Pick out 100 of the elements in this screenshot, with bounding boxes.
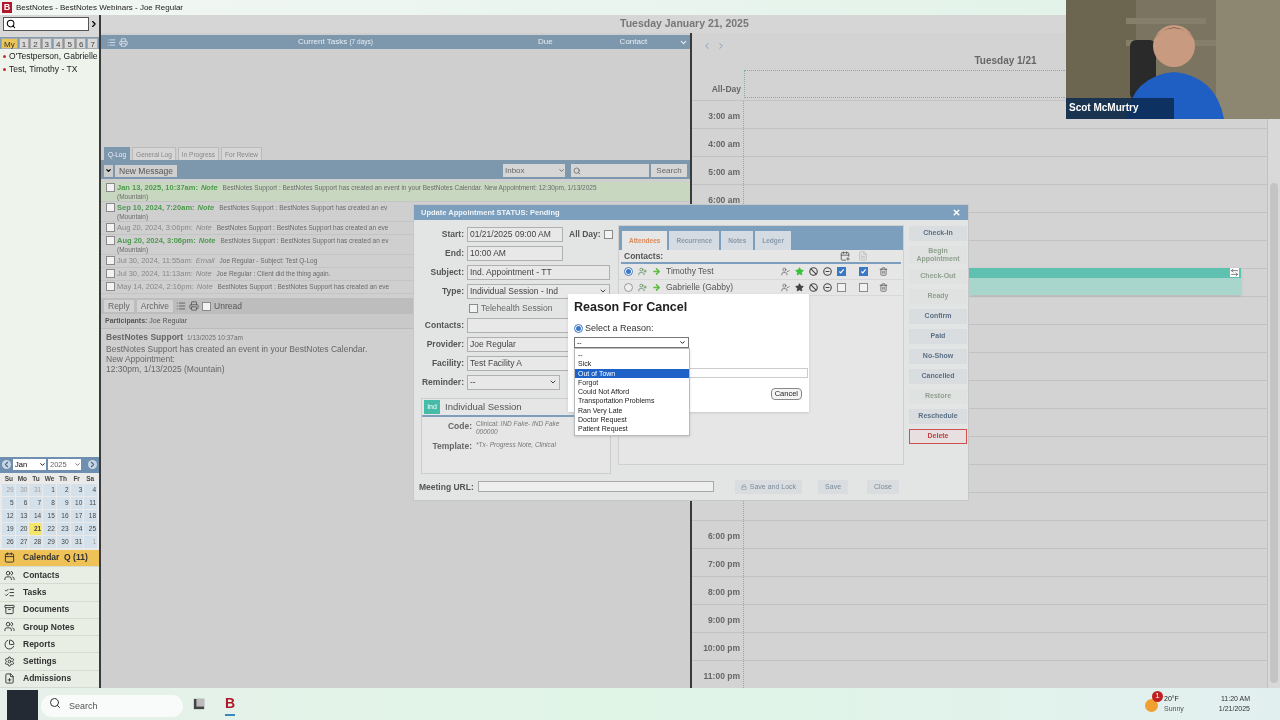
unread-checkbox[interactable] [202,301,212,311]
message-body-line: New Appointment: [106,353,175,364]
message-checkbox[interactable] [106,256,115,265]
field-label: Facility: [430,357,464,370]
previous-month-button[interactable] [2,460,11,470]
meeting-url-label: Meeting URL: [419,480,474,494]
patient-list-tab[interactable]: 5 [64,37,75,49]
nav-item[interactable]: Contacts [0,566,99,585]
attendee-checkbox[interactable] [837,282,846,292]
lock-icon [740,483,747,490]
field-label: Subject: [429,266,464,279]
attendee-row[interactable]: Timothy Test [619,263,903,280]
patient-list-tab[interactable]: 1 [18,37,30,49]
weather-icon [1145,698,1158,712]
message-checkbox[interactable] [106,269,115,278]
meeting-url-field[interactable] [477,481,714,493]
swap-icon[interactable] [1230,268,1239,277]
all-day-checkbox[interactable] [603,229,613,239]
check-icon [838,267,845,275]
archive-button[interactable]: Archive [136,300,174,312]
arrow-icon[interactable] [652,282,661,292]
template-label: Template: [431,439,472,453]
app-logo: B [2,2,12,13]
message-checkbox[interactable] [106,282,115,291]
subject-field[interactable]: Ind. Appointment - TT [467,264,610,280]
list-icon[interactable] [107,37,116,47]
telehealth-checkbox[interactable] [469,303,478,313]
hour-label: 10:00 pm [703,643,740,653]
nav-item[interactable]: Tasks [0,584,99,602]
patient-list-tab[interactable]: 6 [75,37,87,49]
person-add-icon[interactable] [638,266,647,276]
trash-icon[interactable] [879,266,888,276]
message-search-field[interactable] [571,164,649,177]
reminder-select[interactable]: -- [467,374,560,390]
message-checkbox[interactable] [106,183,115,192]
list-icon[interactable] [176,301,187,311]
hour-label: 7:00 pm [707,559,740,569]
person-check-icon[interactable] [781,282,790,292]
message-checkbox[interactable] [106,223,115,232]
minus-icon[interactable] [823,282,832,292]
file-manager-icon[interactable] [193,698,205,710]
unread-label: Unread [214,299,242,313]
patient-list-tab[interactable]: 2 [30,37,41,49]
close-icon[interactable] [952,207,961,217]
radio-button[interactable] [624,282,633,292]
session-title: Individual Session [445,399,522,414]
field-label: Reminder: [420,376,464,389]
new-message-button[interactable]: New Message [115,164,177,177]
reason-option-label: Select a Reason: [585,321,654,335]
menu-button[interactable] [104,164,113,177]
taskbar-search-field[interactable]: Search [41,694,183,717]
hour-label: 9:00 pm [707,615,740,625]
search-button[interactable]: Search [651,164,687,177]
nav-item[interactable]: Reports [0,636,99,654]
radio-button[interactable] [624,266,633,276]
block-icon[interactable] [809,282,818,292]
patient-list-tab[interactable]: 7 [87,37,98,49]
attendee-checkbox[interactable] [837,266,846,276]
arrow-icon[interactable] [652,266,661,276]
message-body-line: 12:30pm, 1/13/2025 (Mountain) [106,363,225,374]
calendar-add-icon[interactable] [840,250,850,261]
settings-icon [4,656,15,668]
person-add-icon[interactable] [638,282,647,292]
print-icon[interactable] [119,37,128,47]
message-checkbox[interactable] [106,203,115,212]
attendee-checkbox[interactable] [859,266,868,276]
type-select[interactable]: Individual Session - Ind [467,283,610,299]
attendee-checkbox[interactable] [859,282,868,292]
search-icon [49,696,61,709]
end-field[interactable]: 10:00 AM [467,245,563,261]
person-check-icon[interactable] [781,266,790,276]
nav-item[interactable]: Settings [0,653,99,671]
folder-select[interactable]: Inbox [503,164,565,177]
nav-item[interactable]: Documents [0,601,99,619]
star-icon[interactable] [795,282,804,292]
trash-icon[interactable] [879,282,888,292]
patient-item[interactable]: O'Testperson, Gabrielle [3,50,99,63]
nav-item[interactable]: Group Notes [0,618,99,637]
patient-list-tab[interactable]: My [1,37,18,49]
patient-item[interactable]: Test, Timothy - TX [3,63,99,76]
message-checkbox[interactable] [106,236,115,245]
patient-list-tab[interactable]: 4 [53,37,64,49]
search-icon [6,19,16,29]
taskbar-tile[interactable] [7,690,38,720]
field-label: Contacts: [423,319,464,332]
people-icon [4,569,15,581]
calendar-icon [4,552,15,564]
hour-label: 4:00 am [708,139,740,149]
radio-button[interactable] [574,324,583,333]
print-icon[interactable] [189,301,200,311]
patient-list-tab[interactable]: 3 [41,37,53,49]
next-month-button[interactable] [88,460,97,470]
block-icon[interactable] [809,266,818,276]
start-field[interactable]: 01/21/2025 09:00 AM [467,226,563,242]
all-day-label: All-Day [711,84,741,94]
reply-button[interactable]: Reply [104,300,134,312]
minus-icon[interactable] [823,266,832,276]
all-day-cell[interactable] [744,70,1064,98]
search-field[interactable] [3,17,90,31]
star-icon[interactable] [795,266,804,276]
